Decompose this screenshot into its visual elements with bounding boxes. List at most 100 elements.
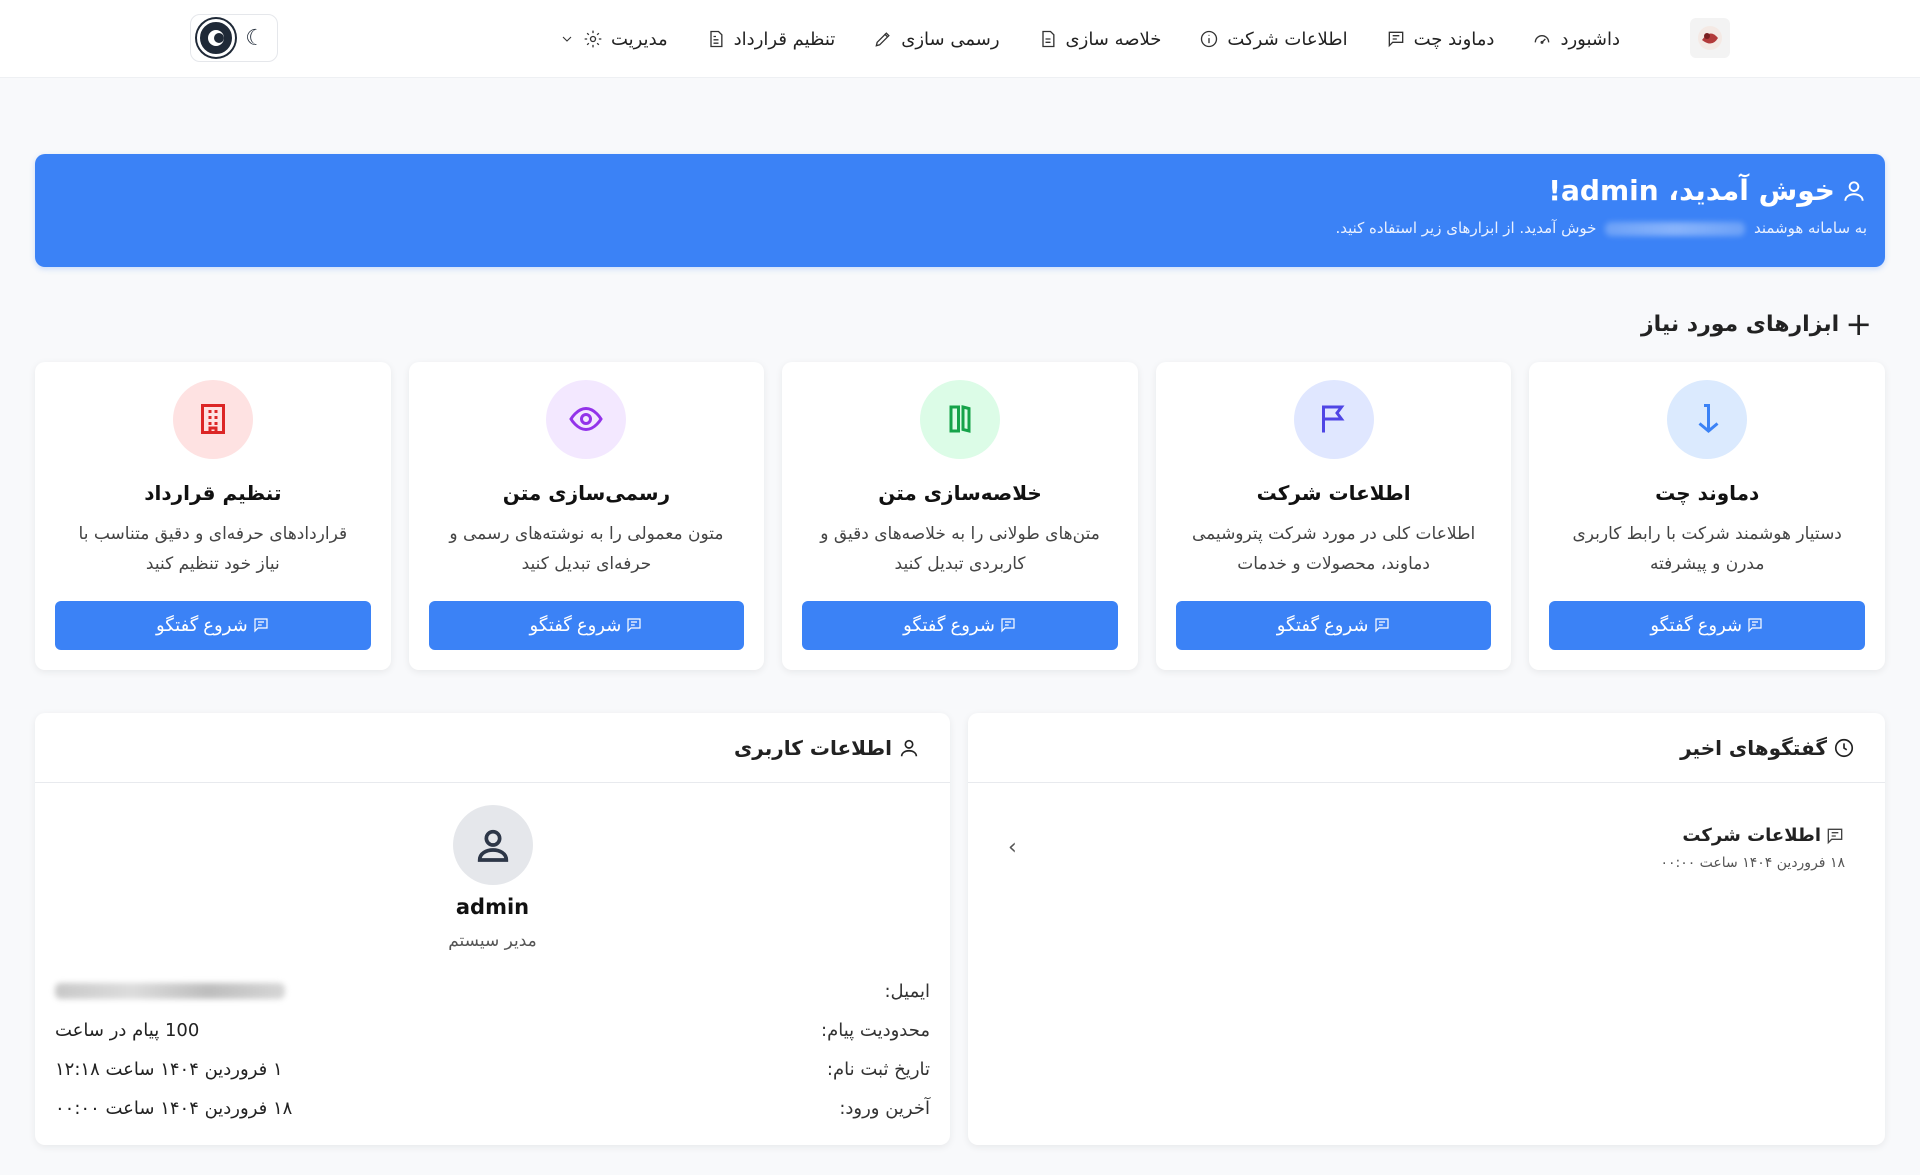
user-role: مدیر سیستم (448, 931, 537, 951)
info-icon (1201, 30, 1218, 48)
flag-icon (1321, 405, 1345, 433)
card-icon-wrap (920, 380, 1001, 459)
button-label: شروع گفتگو (903, 614, 995, 635)
card-title: تنظیم قرارداد (144, 480, 282, 505)
card-title: خلاصه‌سازی متن (878, 480, 1042, 505)
avatar (452, 805, 533, 885)
info-value: 100 پیام در ساعت (55, 1019, 200, 1041)
welcome-subtitle: به سامانه هوشمند خوش آمدید. از ابزارهای … (53, 219, 1867, 237)
nav-summarize[interactable]: خلاصه سازی (1038, 28, 1162, 50)
nav-formalize[interactable]: رسمی سازی (873, 28, 1000, 50)
card-title: اطلاعات شرکت (1256, 480, 1411, 505)
tools-heading-label: ابزارهای مورد نیاز (1640, 311, 1840, 337)
tool-card-contract: تنظیم قرارداد قراردادهای حرفه‌ای و دقیق … (35, 362, 391, 670)
tool-card-damavand-chat: دماوند چت دستیار هوشمند شرکت با رابط کار… (1529, 362, 1885, 670)
toggle-knob (197, 19, 235, 57)
info-row-last-login: آخرین ورود: ۱۸ فروردین ۱۴۰۴ ساعت ۰۰:۰۰ (55, 1093, 930, 1123)
button-label: شروع گفتگو (529, 614, 622, 635)
info-label: محدودیت پیام: (821, 1019, 930, 1041)
gear-icon (584, 30, 602, 48)
nav-item-label: رسمی سازی (901, 28, 1000, 50)
card-description: متن‌های طولانی را به خلاصه‌های دقیق و کا… (820, 523, 1100, 574)
building-icon (200, 404, 225, 435)
pen-icon (875, 32, 891, 47)
card-description: اطلاعات کلی در مورد شرکت پتروشیمی دماوند… (1191, 523, 1476, 574)
chat-icon (1388, 31, 1403, 48)
recent-conversation-item[interactable]: اطلاعات شرکت ۱۸ فروردین ۱۴۰۴ ساعت ۰۰:۰۰ … (1008, 825, 1845, 885)
theme-toggle[interactable]: ☾ (190, 14, 278, 62)
main-nav: داشبورد دماوند چت اطلاعات شرکت خلاصه ساز… (559, 0, 1620, 78)
arrow-down-icon (1698, 404, 1719, 434)
info-label: آخرین ورود: (839, 1097, 930, 1119)
card-icon-wrap (172, 380, 253, 459)
chat-icon (254, 618, 268, 633)
welcome-subtitle-suffix: خوش آمدید. از ابزارهای زیر استفاده کنید. (1335, 219, 1597, 237)
nav-item-label: اطلاعات شرکت (1227, 28, 1348, 50)
nav-item-label: خلاصه سازی (1065, 28, 1162, 50)
chevron-down-icon (562, 36, 572, 42)
panel-header: اطلاعات کاربری (35, 713, 950, 783)
start-chat-button[interactable]: شروع گفتگو (1175, 600, 1492, 650)
chevron-left-icon: › (1008, 835, 1017, 860)
tool-cards: دماوند چت دستیار هوشمند شرکت با رابط کار… (35, 362, 1885, 670)
start-chat-button[interactable]: شروع گفتگو (55, 600, 371, 650)
info-row-email: ایمیل: (55, 976, 930, 1006)
chat-icon (1374, 618, 1389, 633)
logo-icon (1698, 26, 1722, 50)
panel-header: گفتگوهای اخیر (968, 713, 1885, 783)
info-value: ۱۸ فروردین ۱۴۰۴ ساعت ۰۰:۰۰ (55, 1097, 293, 1119)
info-label: تاریخ ثبت نام: (826, 1058, 930, 1080)
nav-contract[interactable]: تنظیم قرارداد (706, 28, 836, 50)
card-icon-wrap (1293, 380, 1374, 459)
redacted-system-name (1605, 221, 1746, 236)
panel-title: گفتگوهای اخیر (1680, 735, 1827, 760)
card-description: متون معمولی را به نوشته‌های رسمی و حرفه‌… (449, 523, 724, 574)
chat-icon (627, 618, 641, 633)
start-chat-button[interactable]: شروع گفتگو (1549, 600, 1865, 650)
redacted-email (55, 983, 285, 999)
user-avatar-icon (477, 829, 508, 862)
nav-item-label: تنظیم قرارداد (733, 28, 836, 50)
file-text-icon (709, 30, 723, 48)
book-icon (949, 405, 971, 434)
user-icon (1844, 180, 1864, 201)
welcome-banner: خوش آمدید، admin! به سامانه هوشمند خوش آ… (35, 154, 1885, 267)
user-name: admin (455, 895, 530, 919)
button-label: شروع گفتگو (1650, 614, 1743, 635)
start-chat-button[interactable]: شروع گفتگو (802, 600, 1118, 650)
info-row-message-limit: محدودیت پیام: 100 پیام در ساعت (55, 1015, 930, 1045)
button-label: شروع گفتگو (155, 614, 248, 635)
nav-company-info[interactable]: اطلاعات شرکت (1199, 28, 1348, 50)
tool-card-formalize: رسمی‌سازی متن متون معمولی را به نوشته‌ها… (408, 362, 765, 670)
gauge-icon (1535, 35, 1550, 44)
recent-item-title-row: اطلاعات شرکت (1682, 825, 1845, 846)
user-icon (900, 739, 918, 756)
info-label: ایمیل: (884, 980, 930, 1002)
start-chat-button[interactable]: شروع گفتگو (428, 600, 745, 650)
nav-damavand-chat[interactable]: دماوند چت (1386, 29, 1494, 50)
company-logo[interactable] (1690, 18, 1730, 58)
chat-icon (1001, 618, 1015, 633)
welcome-title-row: خوش آمدید، admin! (53, 174, 1867, 207)
card-description: دستیار هوشمند شرکت با رابط کاربری مدرن و… (1572, 523, 1842, 574)
card-icon-wrap (1667, 380, 1748, 459)
moon-icon: ☾ (245, 25, 265, 51)
tool-card-summarize: خلاصه‌سازی متن متن‌های طولانی را به خلاص… (782, 362, 1138, 670)
top-navbar: داشبورد دماوند چت اطلاعات شرکت خلاصه ساز… (0, 0, 1920, 78)
chat-icon (1827, 828, 1843, 844)
user-info-panel: اطلاعات کاربری admin مدیر سیستم ایمیل: م… (35, 713, 950, 1145)
welcome-title: خوش آمدید، admin! (1548, 174, 1835, 207)
info-row-signup-date: تاریخ ثبت نام: ۱ فروردین ۱۴۰۴ ساعت ۱۲:۱۸ (55, 1054, 930, 1084)
card-icon-wrap (546, 380, 627, 459)
recent-item-title: اطلاعات شرکت (1682, 825, 1821, 846)
nav-dashboard[interactable]: داشبورد (1532, 29, 1620, 50)
nav-admin-dropdown[interactable]: مدیریت (559, 29, 668, 50)
welcome-subtitle-prefix: به سامانه هوشمند (1753, 219, 1867, 237)
tool-card-company-info: اطلاعات شرکت اطلاعات کلی در مورد شرکت پت… (1155, 362, 1512, 670)
eye-icon (569, 407, 604, 432)
tools-heading: + ابزارهای مورد نیاز (1641, 308, 1872, 340)
chat-icon (1748, 618, 1762, 633)
recent-item-time: ۱۸ فروردین ۱۴۰۴ ساعت ۰۰:۰۰ (1660, 855, 1845, 871)
card-description: قراردادهای حرفه‌ای و دقیق متناسب با نیاز… (78, 523, 348, 574)
card-title: دماوند چت (1655, 480, 1760, 505)
